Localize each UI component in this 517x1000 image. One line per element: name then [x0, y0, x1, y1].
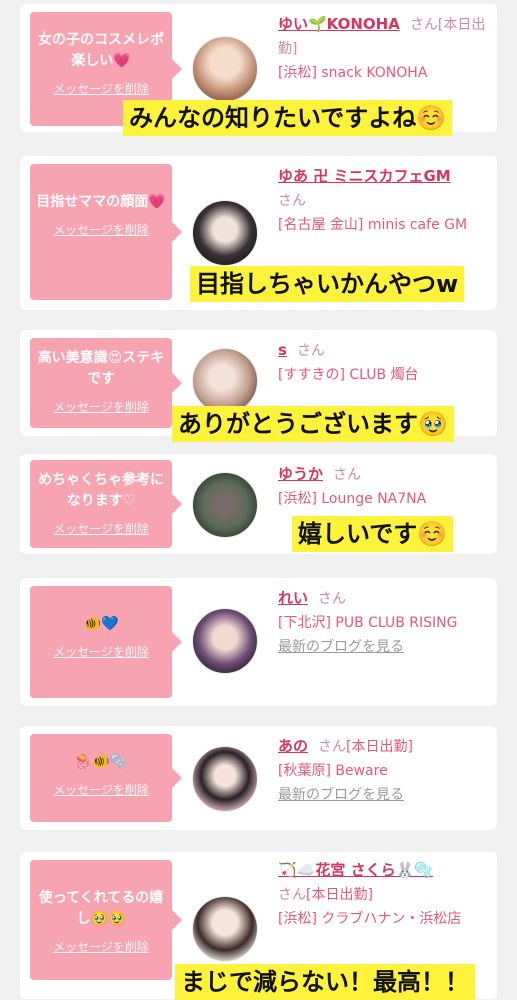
- avatar[interactable]: [192, 36, 258, 102]
- avatar[interactable]: [192, 200, 258, 266]
- latest-blog-link[interactable]: 最新のブログを見る: [278, 639, 404, 655]
- message-card: 使ってくれてるの嬉し🥹🥹 メッセージを削除 🏹☁️花宮 さくら🐰🫧 さん[本日出…: [20, 852, 497, 1000]
- message-card: 高い美意識😍ステキです メッセージを削除 s さん [すすきの] CLUB 燭台 …: [20, 330, 497, 442]
- message-card: 女の子のコスメレポ楽しい💗 メッセージを削除 ゆい🌱KONOHA さん[本日出勤]…: [20, 4, 497, 136]
- caption-overlay: 嬉しいです☺️: [292, 516, 454, 552]
- status-label: [本日出勤]: [346, 739, 413, 755]
- message-bubble: 使ってくれてるの嬉し🥹🥹 メッセージを削除: [30, 860, 182, 980]
- cast-name-link[interactable]: 🏹☁️花宮 さくら🐰🫧: [278, 861, 433, 879]
- latest-blog-link[interactable]: 最新のブログを見る: [278, 787, 404, 803]
- message-bubble: 🪼🐠🫧 メッセージを削除: [30, 734, 182, 822]
- cast-name-link[interactable]: れい: [278, 589, 308, 607]
- message-text: 目指せママの顔面💗: [36, 194, 166, 210]
- message-text: めちゃくちゃ参考になります♡: [38, 472, 164, 509]
- caption-overlay: みんなの知りたいですよね☺️: [123, 100, 453, 136]
- avatar[interactable]: [192, 896, 258, 962]
- delete-message-link[interactable]: メッセージを削除: [30, 938, 172, 955]
- delete-message-link[interactable]: メッセージを削除: [30, 520, 172, 537]
- delete-message-link[interactable]: メッセージを削除: [30, 643, 172, 660]
- message-text: 🪼🐠🫧: [74, 754, 128, 770]
- shop-label: [浜松] クラブハナン・浜松店: [278, 911, 462, 927]
- cast-name-link[interactable]: ゆうか: [278, 465, 323, 483]
- message-card: 目指せママの顔面💗 メッセージを削除 ゆあ 卍 ミニスカフェGM さん [名古屋…: [20, 156, 497, 310]
- message-card: めちゃくちゃ参考になります♡ メッセージを削除 ゆうか さん [浜松] Loung…: [20, 454, 497, 554]
- honorific: さん: [409, 17, 438, 33]
- avatar[interactable]: [192, 348, 258, 414]
- shop-label: [名古屋 金山] minis cafe GM: [278, 217, 468, 233]
- honorific: さん: [278, 193, 306, 209]
- caption-overlay: まじで減らない！最高！！: [175, 964, 475, 1000]
- cast-name-link[interactable]: ゆあ 卍 ミニスカフェGM: [278, 167, 451, 185]
- cast-name-link[interactable]: s: [278, 341, 287, 359]
- shop-label: [秋葉原] Beware: [278, 763, 388, 779]
- status-label: [本日出勤]: [306, 887, 373, 903]
- avatar[interactable]: [192, 472, 258, 538]
- cast-name-link[interactable]: ゆい🌱KONOHA: [278, 15, 400, 33]
- message-bubble: 🐠💙 メッセージを削除: [30, 586, 182, 698]
- honorific: さん: [318, 739, 347, 755]
- message-card: 🐠💙 メッセージを削除 れい さん [下北沢] PUB CLUB RISING 最…: [20, 578, 497, 706]
- delete-message-link[interactable]: メッセージを削除: [30, 221, 172, 238]
- caption-overlay: 目指しちゃいかんやつw: [190, 266, 465, 302]
- avatar[interactable]: [192, 746, 258, 812]
- honorific: さん: [296, 343, 325, 359]
- message-card: 🪼🐠🫧 メッセージを削除 あの さん[本日出勤] [秋葉原] Beware 最新の…: [20, 726, 497, 830]
- avatar[interactable]: [192, 608, 258, 674]
- message-text: 🐠💙: [83, 616, 119, 632]
- honorific: さん: [318, 591, 347, 607]
- message-bubble: 目指せママの顔面💗 メッセージを削除: [30, 164, 182, 300]
- shop-label: [浜松] Lounge NA7NA: [278, 491, 427, 507]
- cast-name-link[interactable]: あの: [278, 737, 308, 755]
- caption-overlay: ありがとうございます🥹: [172, 406, 454, 442]
- message-text: 女の子のコスメレポ楽しい💗: [38, 32, 164, 69]
- message-text: 高い美意識😍ステキです: [37, 350, 165, 387]
- delete-message-link[interactable]: メッセージを削除: [30, 80, 172, 97]
- honorific: さん: [333, 467, 362, 483]
- delete-message-link[interactable]: メッセージを削除: [30, 398, 172, 415]
- honorific: さん: [278, 887, 306, 903]
- message-bubble: 高い美意識😍ステキです メッセージを削除: [30, 338, 182, 428]
- message-text: 使ってくれてるの嬉し🥹🥹: [38, 890, 164, 927]
- delete-message-link[interactable]: メッセージを削除: [30, 781, 172, 798]
- shop-label: [浜松] snack KONOHA: [278, 65, 428, 81]
- shop-label: [すすきの] CLUB 燭台: [278, 367, 419, 383]
- message-bubble: めちゃくちゃ参考になります♡ メッセージを削除: [30, 460, 182, 548]
- shop-label: [下北沢] PUB CLUB RISING: [278, 615, 458, 631]
